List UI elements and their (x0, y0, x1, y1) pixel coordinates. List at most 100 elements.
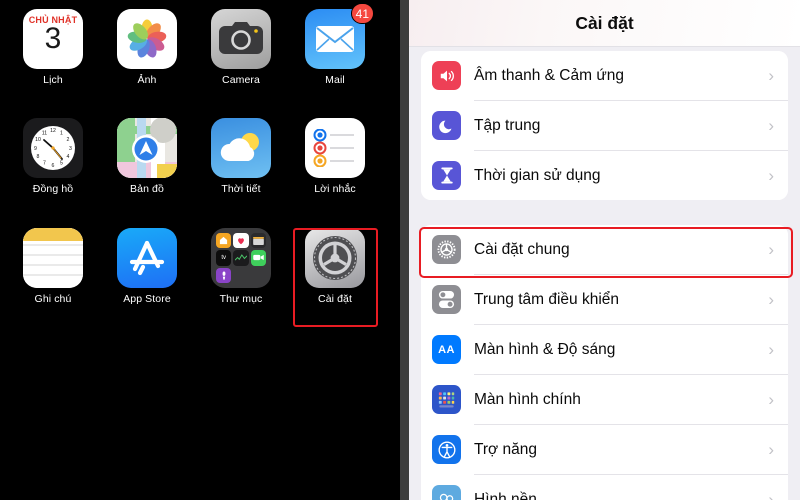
app-camera[interactable]: Camera (194, 9, 288, 86)
mini-podcasts-icon (216, 267, 232, 283)
camera-icon[interactable] (211, 9, 271, 69)
calendar-day-number: 3 (44, 22, 62, 55)
settings-row-label: Màn hình & Độ sáng (474, 340, 616, 358)
settings-panel: Cài đặt Âm thanh & Cảm ứng › Tập trung ›… (409, 0, 800, 500)
photos-pinwheel-glyph (127, 19, 167, 58)
mail-badge: 41 (350, 3, 374, 24)
maps-icon[interactable] (117, 118, 177, 178)
app-cai-dat[interactable]: Cài đặt (288, 228, 382, 305)
maps-glyph (117, 118, 177, 178)
focus-moon-icon (432, 111, 461, 140)
svg-text:6: 6 (52, 163, 55, 169)
app-ghi-chu[interactable]: Ghi chú (6, 228, 100, 305)
toggles-glyph (438, 291, 455, 308)
chevron-right-icon: › (768, 390, 774, 409)
app-label: Lời nhắc (314, 183, 356, 195)
settings-row-hinh-nen[interactable]: Hình nền › (421, 475, 788, 500)
svg-text:3: 3 (69, 146, 72, 152)
settings-row-cai-dat-chung[interactable]: Cài đặt chung › (421, 225, 788, 274)
home-row-2: 12 1 2 345 678 9 10 11 Đồng hồ Bản đồ Th… (6, 118, 382, 195)
envelope-glyph (316, 26, 354, 52)
app-dong-ho[interactable]: 12 1 2 345 678 9 10 11 Đồng hồ (6, 118, 100, 195)
folder-icon[interactable]: tv (211, 228, 271, 288)
reminders-icon[interactable] (305, 118, 365, 178)
home-row-1: CHỦ NHẬT 3 Lịch Ảnh Camera 41 Mail (6, 3, 382, 86)
weather-icon[interactable] (211, 118, 271, 178)
home-screen-grid-icon (432, 385, 461, 414)
chevron-right-icon: › (768, 66, 774, 85)
wallpaper-flowers-glyph (439, 493, 454, 500)
gear-glyph (313, 236, 357, 280)
app-loi-nhac[interactable]: Lời nhắc (288, 118, 382, 195)
app-label: Ảnh (137, 74, 157, 86)
svg-text:11: 11 (42, 131, 47, 137)
clock-icon[interactable]: 12 1 2 345 678 9 10 11 (23, 118, 83, 178)
chevron-right-icon: › (768, 490, 774, 500)
control-center-icon (432, 285, 461, 314)
app-thoi-tiet[interactable]: Thời tiết (194, 118, 288, 195)
screen-time-hourglass-icon (432, 161, 461, 190)
settings-row-tro-nang[interactable]: Trợ năng › (421, 425, 788, 474)
reminders-list-glyph (313, 129, 354, 167)
accessibility-person-glyph (437, 440, 456, 459)
settings-row-label: Màn hình chính (474, 390, 581, 408)
wallpaper-icon (432, 485, 461, 500)
gear-glyph (437, 240, 456, 259)
svg-text:4: 4 (67, 154, 70, 160)
settings-group-1: Âm thanh & Cảm ứng › Tập trung › Thời gi… (421, 51, 788, 200)
settings-row-label: Thời gian sử dụng (474, 166, 601, 184)
app-store-a-glyph (129, 240, 165, 276)
hourglass-glyph (440, 167, 453, 184)
svg-text:9: 9 (34, 146, 37, 152)
svg-text:12: 12 (50, 128, 56, 134)
settings-row-man-hinh-chinh[interactable]: Màn hình chính › (421, 375, 788, 424)
clock-face-glyph: 12 12 345 678 91011 (31, 126, 75, 170)
app-thu-muc[interactable]: tv Thư mục (194, 228, 288, 305)
cloud-sun-glyph (220, 133, 259, 161)
settings-row-label: Hình nền (474, 490, 537, 500)
app-label: Bản đồ (130, 183, 164, 195)
app-anh[interactable]: Ảnh (100, 9, 194, 86)
settings-row-thoi-gian-su-dung[interactable]: Thời gian sử dụng › (421, 151, 788, 200)
svg-text:7: 7 (43, 161, 46, 167)
app-app-store[interactable]: App Store (100, 228, 194, 305)
settings-group-2: Cài đặt chung › Trung tâm điều khiển › A… (421, 225, 788, 500)
chevron-right-icon: › (768, 290, 774, 309)
folder-mini-grid: tv (216, 233, 266, 283)
settings-gear-icon[interactable] (305, 228, 365, 288)
settings-header: Cài đặt (409, 0, 800, 47)
svg-text:8: 8 (37, 154, 40, 160)
general-gear-icon (432, 235, 461, 264)
mini-empty-slot (233, 268, 248, 283)
chevron-right-icon: › (768, 440, 774, 459)
moon-glyph (438, 120, 451, 133)
app-label: Mail (325, 74, 345, 86)
settings-row-trung-tam-dieu-khien[interactable]: Trung tâm điều khiển › (421, 275, 788, 324)
calendar-icon[interactable]: CHỦ NHẬT 3 (23, 9, 83, 69)
settings-row-tap-trung[interactable]: Tập trung › (421, 101, 788, 150)
mini-stocks-icon (233, 250, 249, 266)
mini-home-icon (216, 233, 232, 249)
settings-row-label: Tập trung (474, 116, 541, 134)
notes-icon[interactable] (23, 228, 83, 288)
mini-empty-slot (251, 268, 266, 283)
app-label: Cài đặt (318, 293, 352, 305)
app-label: Ghi chú (34, 293, 72, 305)
sound-haptics-icon (432, 61, 461, 90)
chevron-right-icon: › (768, 166, 774, 185)
photos-icon[interactable] (117, 9, 177, 69)
home-row-3: Ghi chú App Store tv Thư mục Cài đặt (6, 228, 382, 305)
app-label: Camera (222, 74, 260, 86)
settings-row-label: Âm thanh & Cảm ứng (474, 66, 624, 84)
panel-divider (400, 0, 409, 500)
settings-row-label: Trung tâm điều khiển (474, 290, 620, 308)
app-ban-do[interactable]: Bản đồ (100, 118, 194, 195)
app-lich[interactable]: CHỦ NHẬT 3 Lịch (6, 9, 100, 86)
app-label: Thời tiết (221, 183, 261, 195)
app-label: App Store (123, 293, 171, 305)
app-store-icon[interactable] (117, 228, 177, 288)
settings-row-man-hinh-do-sang[interactable]: AA Màn hình & Độ sáng › (421, 325, 788, 374)
chevron-right-icon: › (768, 340, 774, 359)
app-mail[interactable]: 41 Mail (288, 3, 382, 86)
settings-row-am-thanh-cam-ung[interactable]: Âm thanh & Cảm ứng › (421, 51, 788, 100)
